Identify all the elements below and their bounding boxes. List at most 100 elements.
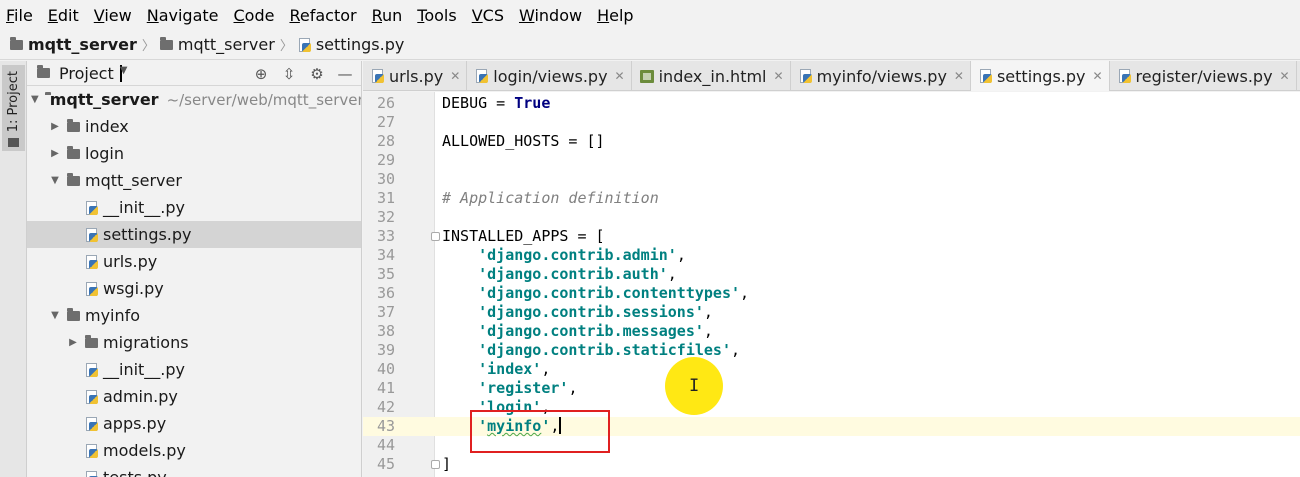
fold-marker-icon[interactable]	[431, 232, 440, 241]
tree-item[interactable]: ▶urls.py	[27, 248, 361, 275]
tree-item-label: wsgi.py	[103, 279, 164, 298]
close-icon[interactable]: ✕	[450, 69, 460, 83]
tree-item[interactable]: ▶tests.py	[27, 464, 361, 477]
line-number: 44	[376, 436, 395, 454]
menu-code[interactable]: Code	[234, 6, 275, 25]
menu-navigate[interactable]: Navigate	[147, 6, 219, 25]
menu-run[interactable]: Run	[372, 6, 403, 25]
close-icon[interactable]: ✕	[1280, 69, 1290, 83]
code-line[interactable]: 36 'django.contrib.contenttypes',	[363, 284, 1300, 303]
code-line[interactable]: 40 'index',	[363, 360, 1300, 379]
editor-tab[interactable]: index_in.html ✕	[632, 61, 791, 91]
tree-item[interactable]: ▼ mqtt_server ~/server/web/mqtt_server	[27, 86, 361, 113]
close-icon[interactable]: ✕	[774, 69, 784, 83]
collapse-all-icon[interactable]: ⇳	[281, 65, 297, 83]
editor-tab[interactable]: urls.py ✕	[363, 61, 468, 91]
code-line[interactable]: 39 'django.contrib.staticfiles',	[363, 341, 1300, 360]
tree-item[interactable]: ▶ login	[27, 140, 361, 167]
code-line[interactable]: 26 DEBUG = True	[363, 94, 1300, 113]
code-line[interactable]: 42 'login',	[363, 398, 1300, 417]
tree-item[interactable]: ▶__init__.py	[27, 356, 361, 383]
string-token: myinfo	[487, 417, 542, 435]
tree-item[interactable]: ▶wsgi.py	[27, 275, 361, 302]
editor-tab[interactable]: login/views.py ✕	[467, 61, 632, 91]
close-icon[interactable]: ✕	[1092, 69, 1102, 83]
close-icon[interactable]: ✕	[615, 69, 625, 83]
tree-item[interactable]: ▼ myinfo	[27, 302, 361, 329]
code-line[interactable]: 45]	[363, 455, 1300, 474]
tree-item[interactable]: ▶ migrations	[27, 329, 361, 356]
folder-icon	[67, 145, 80, 159]
breadcrumb-file[interactable]: settings.py	[298, 35, 404, 54]
tree-item[interactable]: ▶__init__.py	[27, 194, 361, 221]
python-file-icon	[85, 443, 98, 458]
project-tool-window-button[interactable]: 1: Project	[2, 65, 25, 151]
code-line[interactable]: 41 'register',	[363, 379, 1300, 398]
collapsed-arrow-icon[interactable]: ▶	[49, 148, 61, 159]
tree-item[interactable]: ▶apps.py	[27, 410, 361, 437]
python-file-icon	[85, 389, 98, 404]
menu-tools[interactable]: Tools	[417, 6, 456, 25]
expanded-arrow-icon[interactable]: ▼	[49, 310, 61, 321]
close-icon[interactable]: ✕	[954, 69, 964, 83]
breadcrumb-root[interactable]: mqtt_server	[10, 35, 137, 54]
line-number: 33	[376, 227, 395, 245]
collapsed-arrow-icon[interactable]: ▶	[49, 121, 61, 132]
code-editor[interactable]: 26 DEBUG = True 27 28 ALLOWED_HOSTS = [] 29 30…	[363, 92, 1300, 477]
code-line[interactable]: 34 'django.contrib.admin',	[363, 246, 1300, 265]
code-line[interactable]: 27	[363, 113, 1300, 132]
line-number: 32	[376, 208, 395, 226]
collapsed-arrow-icon[interactable]: ▶	[67, 337, 79, 348]
line-number: 34	[376, 246, 395, 264]
tree-item[interactable]: ▶admin.py	[27, 383, 361, 410]
tree-item[interactable]: ▶settings.py	[27, 221, 361, 248]
menu-edit[interactable]: Edit	[48, 6, 79, 25]
code-line[interactable]: 29	[363, 151, 1300, 170]
editor-tab[interactable]: register/views.py ✕	[1110, 61, 1297, 91]
breadcrumb-package[interactable]: mqtt_server	[159, 35, 275, 54]
editor-tab[interactable]: myinfo/views.py ✕	[791, 61, 971, 91]
tree-item[interactable]: ▼ mqtt_server	[27, 167, 361, 194]
code-line[interactable]: 44	[363, 436, 1300, 455]
expanded-arrow-icon[interactable]: ▼	[49, 175, 61, 186]
code-line[interactable]: 33 INSTALLED_APPS = [	[363, 227, 1300, 246]
menu-window[interactable]: Window	[519, 6, 582, 25]
code-token: ALLOWED_HOSTS = []	[442, 132, 605, 150]
menu-vcs[interactable]: VCS	[472, 6, 504, 25]
scroll-from-source-icon[interactable]: ⊕	[253, 65, 269, 83]
editor-tab-label: myinfo/views.py	[816, 66, 947, 86]
project-view-selector[interactable]: Project	[59, 64, 114, 83]
menu-help[interactable]: Help	[597, 6, 633, 25]
code-line[interactable]: 32	[363, 208, 1300, 227]
code-line[interactable]: 43 'myinfo',	[363, 417, 1300, 436]
tree-item[interactable]: ▶ index	[27, 113, 361, 140]
folder-icon	[10, 36, 23, 50]
line-number: 37	[376, 303, 395, 321]
code-line[interactable]: 37 'django.contrib.sessions',	[363, 303, 1300, 322]
menu-view[interactable]: View	[94, 6, 132, 25]
tree-item-label: apps.py	[103, 414, 167, 433]
code-text: 'django.contrib.sessions',	[442, 303, 713, 322]
code-line[interactable]: 30	[363, 170, 1300, 189]
code-line[interactable]: 38 'django.contrib.messages',	[363, 322, 1300, 341]
chevron-right-icon: 〉	[279, 39, 293, 54]
html-file-icon	[639, 69, 654, 83]
chevron-down-icon[interactable]: ▼	[119, 64, 127, 82]
code-line[interactable]: 35 'django.contrib.auth',	[363, 265, 1300, 284]
hide-panel-icon[interactable]: —	[337, 65, 353, 83]
code-line[interactable]: 28 ALLOWED_HOSTS = []	[363, 132, 1300, 151]
expanded-arrow-icon[interactable]: ▼	[31, 94, 39, 105]
editor-tab[interactable]: settings.py ✕	[970, 61, 1110, 91]
menu-refactor[interactable]: Refactor	[289, 6, 356, 25]
menu-file[interactable]: File	[6, 6, 33, 25]
python-file-icon	[371, 69, 384, 83]
tree-item[interactable]: ▶models.py	[27, 437, 361, 464]
fold-marker-icon[interactable]	[431, 460, 440, 469]
code-line[interactable]: 31 # Application definition	[363, 189, 1300, 208]
tree-item-label: __init__.py	[103, 360, 186, 379]
editor-tab-label: urls.py	[389, 66, 444, 86]
gear-icon[interactable]: ⚙	[309, 65, 325, 83]
